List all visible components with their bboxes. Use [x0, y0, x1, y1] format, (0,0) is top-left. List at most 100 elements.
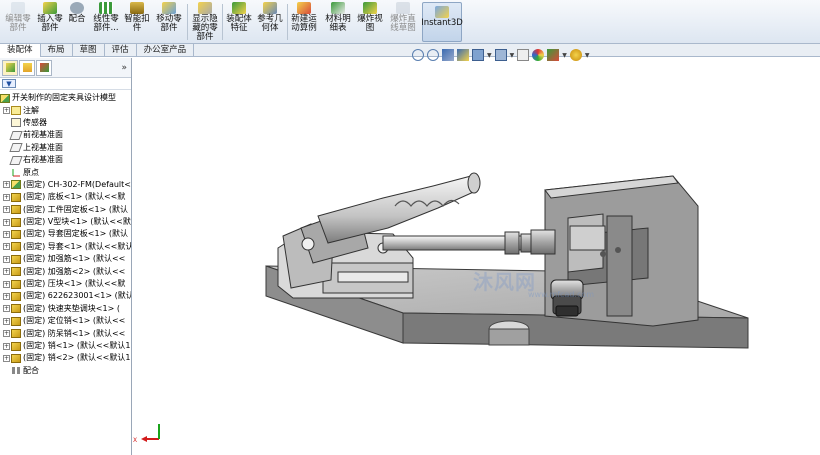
edit-component-button[interactable]: 编辑零 部件 [4, 2, 32, 42]
tree-item[interactable]: + (固定) 导套固定板<1> (默认 [0, 228, 131, 240]
tree-item[interactable]: + (固定) 销<2> (默认<<默认1 [0, 352, 131, 364]
chevron-down-icon[interactable]: ▼ [585, 52, 590, 59]
expand-toggle[interactable]: + [3, 243, 10, 251]
tree-item-label: (固定) V型块<1> (默认<<默 [23, 217, 131, 227]
tree-item[interactable]: + (固定) 销<1> (默认<<默认1 [0, 340, 131, 352]
tree-item-label: 注解 [23, 105, 39, 115]
tree-item[interactable]: + (固定) 压块<1> (默认<<默 [0, 278, 131, 290]
chevron-down-icon[interactable]: ▼ [487, 52, 492, 59]
reference-geometry-icon [263, 2, 277, 14]
view-orientation-icon[interactable] [472, 49, 484, 61]
part-icon [11, 316, 21, 326]
command-manager-tabs: 装配体 布局 草图 评估 办公室产品 [0, 44, 820, 57]
expand-toggle[interactable]: + [3, 193, 10, 201]
tree-item[interactable]: + (固定) CH-302-FM(Default< [0, 179, 131, 191]
exploded-view-button[interactable]: 爆炸视 图 [356, 2, 384, 42]
edit-appearance-icon[interactable] [532, 49, 545, 61]
tree-item[interactable]: + (固定) 工件固定板<1> (默认 [0, 204, 131, 216]
graphics-area[interactable]: X 沐风网 www.mfcad.com [133, 58, 820, 455]
tree-item[interactable]: + (固定) 622623001<1> (默认< [0, 290, 131, 302]
tree-item[interactable]: + (固定) 加强筋<2> (默认<< [0, 265, 131, 277]
expand-toggle[interactable]: + [3, 342, 10, 350]
part-icon [11, 205, 21, 215]
filter-icon[interactable]: ▼ [2, 79, 16, 88]
tab-evaluate[interactable]: 评估 [105, 44, 137, 57]
expand-toggle[interactable]: + [3, 317, 10, 325]
tree-item[interactable]: + (固定) 导套<1> (默认<<默认 [0, 241, 131, 253]
zoom-to-fit-icon[interactable] [412, 49, 424, 61]
expand-toggle[interactable]: + [3, 305, 10, 313]
coordinate-triad: X [133, 424, 160, 444]
tree-item[interactable]: 配合 [0, 365, 131, 377]
expand-toggle[interactable]: + [3, 280, 10, 288]
expand-toggle[interactable]: + [3, 181, 10, 189]
tree-item[interactable]: 传感器 [0, 117, 131, 129]
explode-line-sketch-button[interactable]: 爆炸直 线草图 [388, 2, 418, 42]
expand-toggle[interactable]: + [3, 268, 10, 276]
display-style-icon[interactable] [494, 49, 507, 61]
view-settings-icon[interactable] [569, 49, 582, 61]
part-icon [11, 242, 21, 252]
expand-toggle[interactable]: + [3, 107, 10, 115]
instant3d-button[interactable]: Instant3D [421, 2, 463, 42]
tree-item[interactable]: 原点 [0, 166, 131, 178]
expand-toggle[interactable]: + [3, 218, 10, 226]
feature-manager-tab[interactable] [2, 59, 18, 76]
expand-toggle[interactable]: + [3, 354, 10, 362]
tab-assembly[interactable]: 装配体 [0, 44, 41, 57]
tree-root[interactable]: 开关制作的固定夹具设计模型 [0, 92, 131, 104]
expand-panel-icon[interactable]: » [121, 63, 127, 73]
tree-item-label: 传感器 [23, 117, 47, 127]
tree-item[interactable]: + (固定) 底板<1> (默认<<默 [0, 191, 131, 203]
insert-components-icon [43, 2, 57, 14]
tree-item-label: (固定) 导套<1> (默认<<默认 [23, 241, 132, 251]
part-icon [11, 353, 21, 363]
section-view-icon[interactable] [457, 49, 469, 61]
instant3d-icon [435, 6, 449, 18]
apply-scene-icon[interactable] [547, 49, 560, 61]
reference-geometry-button[interactable]: 参考几 何体 [256, 2, 284, 42]
expand-toggle[interactable]: + [3, 230, 10, 238]
mate-button[interactable]: 配合 [67, 2, 87, 42]
linear-pattern-button[interactable]: 线性零 部件... [92, 2, 120, 42]
zoom-to-area-icon[interactable] [427, 49, 439, 61]
assembly-features-button[interactable]: 装配体 特征 [225, 2, 253, 42]
tab-layout[interactable]: 布局 [41, 44, 73, 57]
tree-item[interactable]: 前视基准面 [0, 129, 131, 141]
tree-item-label: 右视基准面 [23, 155, 63, 165]
hide-show-items-icon[interactable] [517, 49, 530, 61]
chevron-down-icon[interactable]: ▼ [510, 52, 515, 59]
tree-item[interactable]: 上视基准面 [0, 142, 131, 154]
tree-item[interactable]: + (固定) 定位销<1> (默认<< [0, 315, 131, 327]
expand-toggle[interactable]: + [3, 255, 10, 263]
bill-of-materials-button[interactable]: 材料明 细表 [324, 2, 352, 42]
insert-components-button[interactable]: 插入零 部件 [36, 2, 64, 42]
show-hidden-components-button[interactable]: 显示隐 藏的零 部件 [190, 2, 220, 42]
tab-office-products[interactable]: 办公室产品 [137, 44, 195, 57]
expand-toggle[interactable]: + [3, 206, 10, 214]
tree-item[interactable]: 右视基准面 [0, 154, 131, 166]
previous-view-icon[interactable] [442, 49, 454, 61]
tab-sketch[interactable]: 草图 [73, 44, 105, 57]
feature-manager-panel: » ▼ 开关制作的固定夹具设计模型 + 注解传感器前视基准面 上视基准面右视基准面 原点… [0, 58, 132, 455]
tree-item[interactable]: + (固定) 加强筋<1> (默认<< [0, 253, 131, 265]
expand-toggle[interactable]: + [3, 330, 10, 338]
part-icon [11, 192, 21, 202]
tree-item[interactable]: + 注解 [0, 104, 131, 116]
svg-text:X: X [133, 437, 137, 444]
part-icon [11, 341, 21, 351]
configuration-manager-tab[interactable] [36, 59, 52, 76]
tree-item[interactable]: + (固定) V型块<1> (默认<<默 [0, 216, 131, 228]
bill-of-materials-icon [331, 2, 345, 14]
tree-item-label: 上视基准面 [23, 142, 63, 152]
tree-item-label: (固定) 导套固定板<1> (默认 [23, 229, 128, 239]
chevron-down-icon[interactable]: ▼ [562, 52, 567, 59]
expand-toggle[interactable]: + [3, 292, 10, 300]
tree-item[interactable]: + (固定) 防呆销<1> (默认<< [0, 327, 131, 339]
smart-fasteners-button[interactable]: 智能扣 件 [124, 2, 150, 42]
new-motion-study-button[interactable]: 新建运 动算例 [290, 2, 318, 42]
tree-item[interactable]: + (固定) 快速夹垫调块<1> ( [0, 303, 131, 315]
property-manager-tab[interactable] [19, 59, 35, 76]
move-component-button[interactable]: 移动零 部件 [155, 2, 183, 42]
tree-item-label: (固定) CH-302-FM(Default< [23, 179, 131, 189]
